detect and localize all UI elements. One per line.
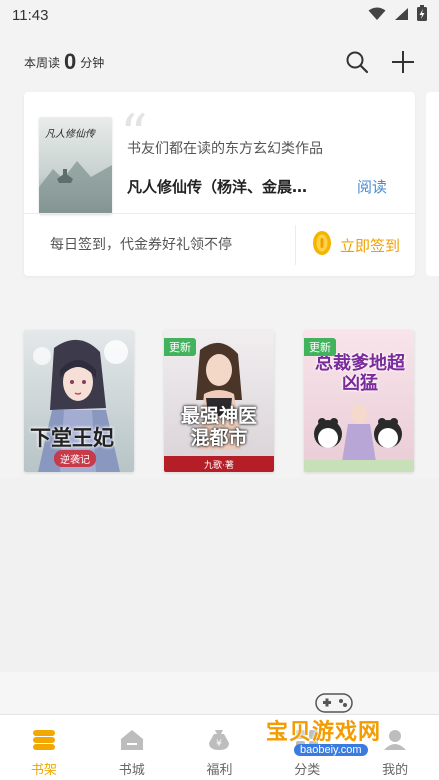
nav-item-welfare[interactable]: ¥ 福利 — [176, 715, 264, 780]
status-icons — [368, 5, 427, 25]
weekly-prefix: 本周读 — [24, 55, 61, 70]
recommendation-tagline: 书友们都在读的东方玄幻类作品 — [127, 141, 323, 157]
nav-item-bookstore[interactable]: 书城 — [88, 715, 176, 780]
book-title-art: 下堂王妃 — [30, 425, 114, 450]
book-author-art: 九歌·著 — [204, 461, 234, 471]
cover-title: 凡人修仙传 — [45, 129, 95, 140]
add-icon[interactable] — [391, 50, 415, 74]
bookshelf-icon — [32, 729, 56, 755]
signin-button[interactable]: 立即签到 — [312, 230, 400, 260]
signal-icon — [394, 6, 409, 25]
daily-signin-text: 每日签到，代金券好礼领不停 — [50, 237, 232, 253]
book-title-art: 最强神医混都市 — [180, 405, 257, 449]
update-badge: 更新 — [304, 338, 336, 356]
weekly-reading-stat: 本周读 0 分钟 — [24, 51, 104, 73]
status-time: 11:43 — [12, 6, 49, 24]
update-badge: 更新 — [164, 338, 196, 356]
site-watermark: 宝贝游戏网 baobeiy.com — [258, 690, 408, 770]
bookshelf-grid: 下堂王妃 逆袭记 最强神医混都市 九歌·著 更新 总裁爹地超凶猛 更新 — [0, 330, 439, 478]
shelf-header: 本周读 0 分钟 — [0, 40, 439, 84]
nav-label: 福利 — [206, 763, 233, 778]
card-divider — [24, 213, 415, 214]
recommendation-card[interactable]: 凡人修仙传 “ 书友们都在读的东方玄幻类作品 凡人修仙传（杨洋、金晨… 阅读 每… — [24, 92, 415, 276]
wifi-icon — [368, 6, 386, 25]
coin-icon — [312, 230, 332, 260]
shelf-book[interactable]: 下堂王妃 逆袭记 — [24, 330, 134, 472]
battery-icon — [417, 5, 427, 25]
weekly-suffix: 分钟 — [80, 55, 105, 70]
signin-button-label: 立即签到 — [340, 236, 401, 255]
watermark-url: baobeiy.com — [294, 744, 368, 756]
weekly-minutes: 0 — [64, 49, 77, 74]
nav-item-bookshelf[interactable]: 书架 — [0, 715, 88, 780]
book-subtitle-art: 逆袭记 — [54, 450, 96, 467]
svg-text:¥: ¥ — [217, 739, 223, 749]
shelf-book[interactable]: 总裁爹地超凶猛 更新 — [304, 330, 414, 472]
search-icon[interactable] — [345, 50, 369, 74]
recommended-book-cover[interactable]: 凡人修仙传 — [39, 117, 112, 214]
watermark-name: 宝贝游戏网 — [266, 720, 382, 745]
next-card-peek[interactable] — [426, 92, 439, 276]
nav-label: 书城 — [118, 763, 145, 778]
read-button[interactable]: 阅读 — [357, 176, 387, 197]
card-vertical-divider — [295, 225, 296, 265]
bookstore-icon — [120, 729, 144, 755]
welfare-icon: ¥ — [207, 729, 231, 755]
book-title-art: 总裁爹地超凶猛 — [315, 353, 405, 394]
shelf-book[interactable]: 最强神医混都市 九歌·著 更新 — [164, 330, 274, 472]
recommended-book-title[interactable]: 凡人修仙传（杨洋、金晨… — [127, 176, 333, 197]
status-bar: 11:43 — [0, 0, 439, 30]
nav-label: 书架 — [30, 763, 57, 778]
